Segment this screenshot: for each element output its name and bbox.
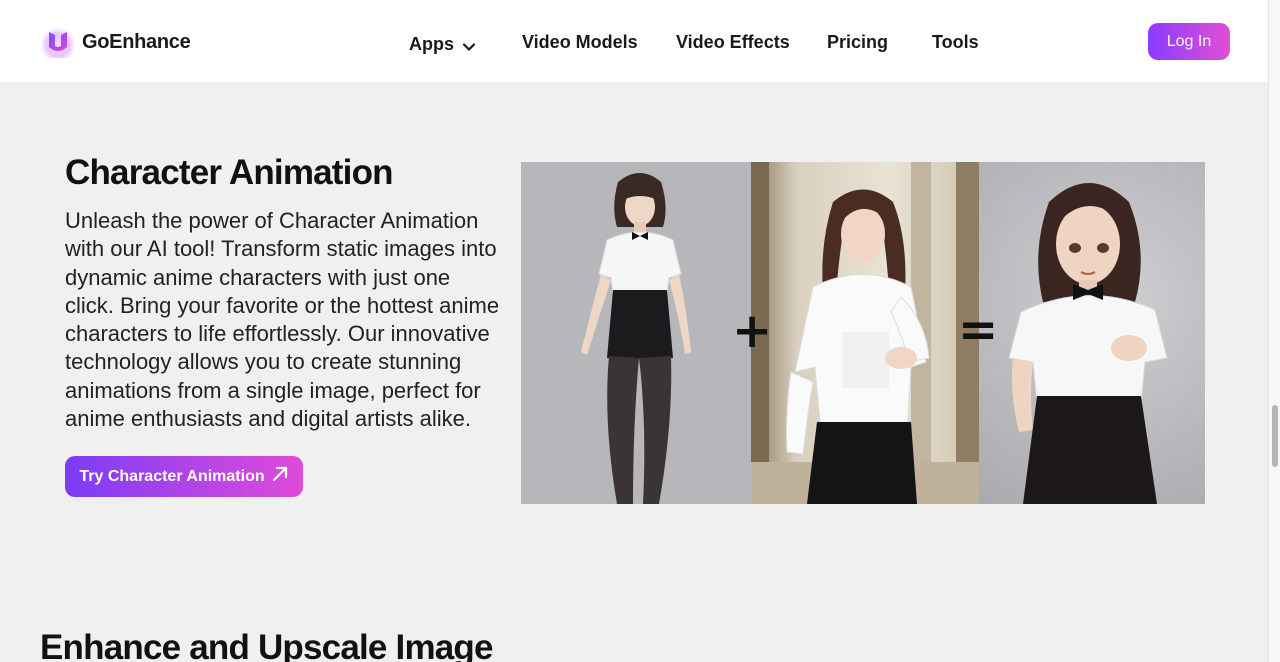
demo-source-anime-image <box>521 162 751 504</box>
character-animation-demo-image <box>521 162 1205 504</box>
try-character-animation-button[interactable]: Try Character Animation <box>65 456 303 497</box>
next-section-title: Enhance and Upscale Image <box>40 628 493 662</box>
chevron-down-icon <box>462 38 476 52</box>
nav-tools[interactable]: Tools <box>932 32 979 53</box>
scrollbar-thumb[interactable] <box>1272 405 1278 467</box>
page-scrollbar[interactable] <box>1268 0 1280 662</box>
login-button[interactable]: Log In <box>1148 23 1230 60</box>
section-description: Unleash the power of Character Animation… <box>65 208 500 432</box>
section-title: Character Animation <box>65 153 394 192</box>
nav-video-effects[interactable]: Video Effects <box>676 32 790 53</box>
top-navbar: GoEnhance Apps Video Models Video Effect… <box>0 0 1268 82</box>
nav-apps-dropdown[interactable]: Apps <box>409 34 476 55</box>
cta-label: Try Character Animation <box>79 467 265 485</box>
demo-reference-video-frame <box>751 162 979 504</box>
nav-pricing[interactable]: Pricing <box>827 32 888 53</box>
equals-operator: = <box>958 302 999 358</box>
plus-operator: + <box>732 303 773 359</box>
nav-video-models[interactable]: Video Models <box>522 32 638 53</box>
nav-apps-label: Apps <box>409 34 454 54</box>
main-nav: Apps Video Models Video Effects Pricing … <box>0 32 1268 56</box>
demo-result-animated-image <box>979 162 1205 504</box>
arrow-up-right-icon <box>271 465 289 488</box>
